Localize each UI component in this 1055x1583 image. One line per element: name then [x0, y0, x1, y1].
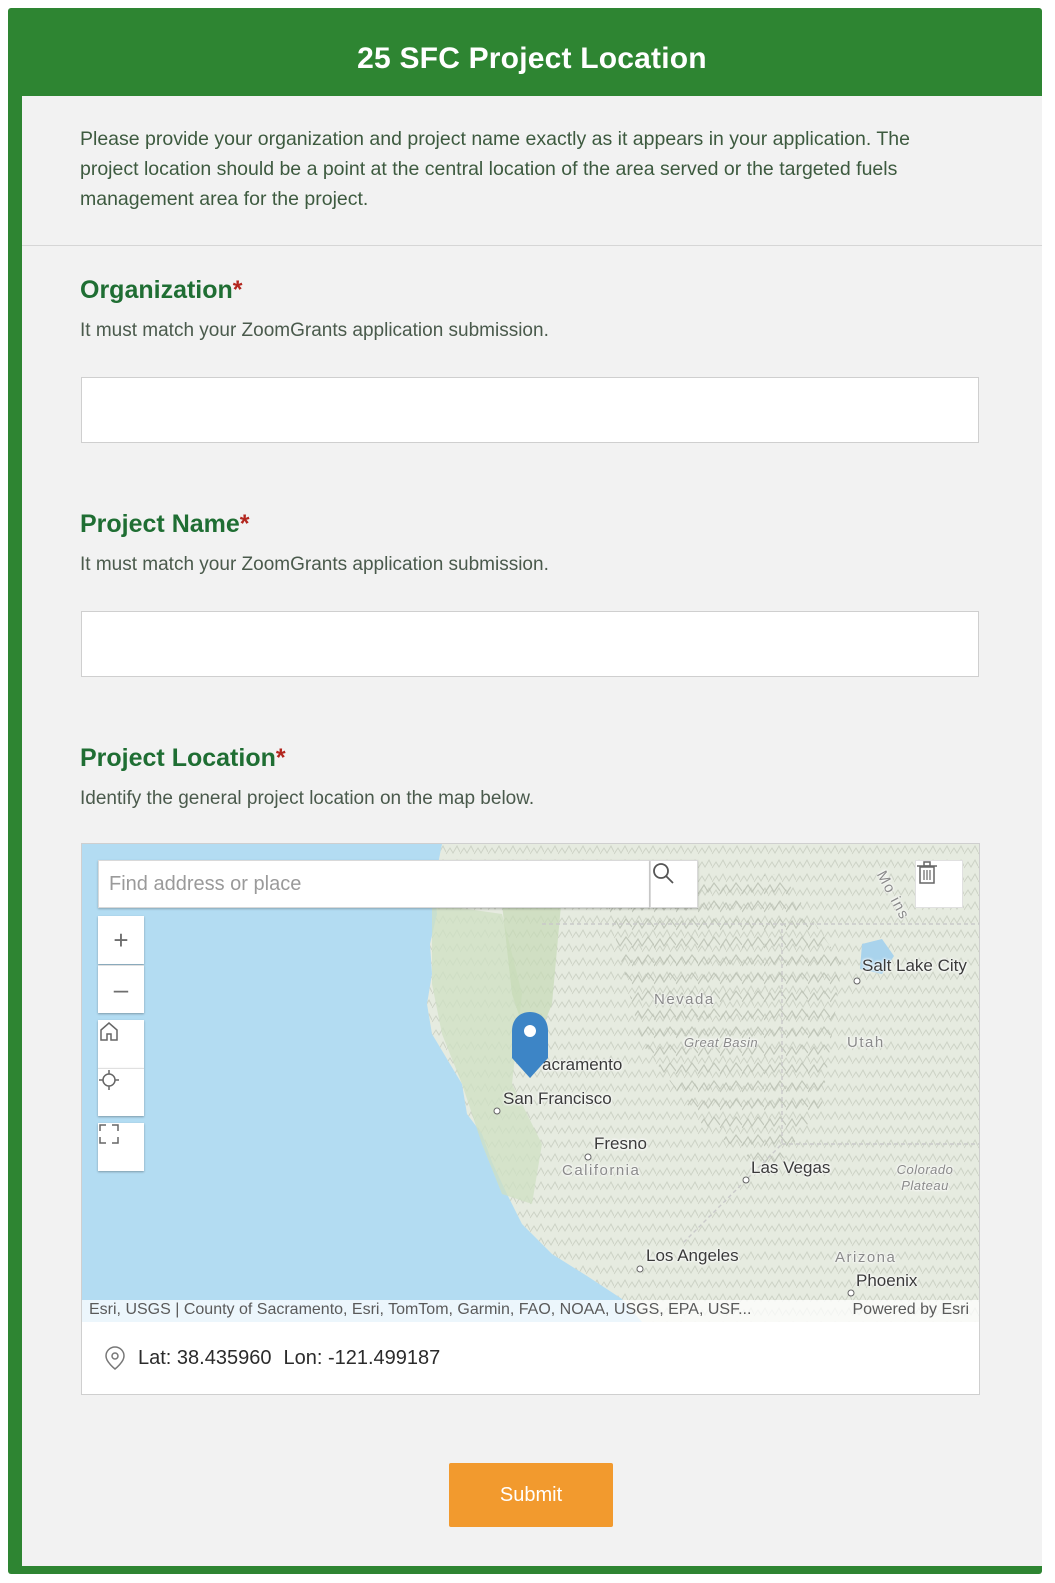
map-label-arizona: Arizona	[835, 1249, 897, 1266]
submit-button[interactable]: Submit	[449, 1463, 613, 1527]
question-title-text: Organization	[80, 276, 233, 304]
question-title-text: Project Name	[80, 510, 240, 538]
longitude-readout: Lon: -121.499187	[283, 1347, 440, 1370]
map-label-fresno: Fresno	[594, 1134, 647, 1153]
powered-by-esri[interactable]: Powered by Esri	[853, 1301, 970, 1319]
map-label-great-basin: Great Basin	[684, 1035, 759, 1050]
form-title: 25 SFC Project Location	[22, 22, 1042, 96]
required-marker: *	[275, 744, 286, 772]
zoom-out-icon: –	[113, 974, 129, 1004]
map-attribution: Esri, USGS | County of Sacramento, Esri,…	[82, 1300, 979, 1322]
locate-icon	[99, 1070, 119, 1090]
map-view[interactable]: Salt Lake City Nevada Great Basin Utah a…	[82, 844, 979, 1322]
location-pin-icon	[105, 1346, 125, 1370]
map-label-los-angeles: Los Angeles	[646, 1246, 739, 1265]
organization-input[interactable]	[81, 377, 979, 443]
map-label-phoenix: Phoenix	[856, 1271, 918, 1290]
latitude-label: Lat:	[138, 1346, 172, 1369]
trash-icon	[917, 861, 937, 884]
attribution-text: Esri, USGS | County of Sacramento, Esri,…	[89, 1301, 752, 1318]
required-marker: *	[232, 276, 243, 304]
zoom-in-icon: +	[113, 924, 129, 955]
map-label-utah: Utah	[847, 1034, 885, 1051]
project-name-input[interactable]	[81, 611, 979, 677]
required-marker: *	[239, 510, 250, 538]
city-dot	[742, 1176, 750, 1184]
home-button[interactable]	[98, 1020, 144, 1068]
home-icon	[100, 1022, 118, 1041]
fullscreen-button[interactable]	[98, 1123, 144, 1171]
question-desc-project-location: Identify the general project location on…	[80, 788, 535, 809]
map-search-input[interactable]	[99, 861, 669, 907]
map-widget: Salt Lake City Nevada Great Basin Utah a…	[81, 843, 980, 1395]
longitude-value: -121.499187	[327, 1346, 441, 1369]
question-desc-organization: It must match your ZoomGrants applicatio…	[80, 320, 549, 341]
fullscreen-icon	[99, 1124, 119, 1144]
map-label-las-vegas: Las Vegas	[751, 1158, 831, 1177]
latitude-value: 38.435960	[176, 1346, 272, 1369]
clear-point-button[interactable]	[915, 860, 963, 908]
map-search-box	[98, 860, 669, 908]
map-label-nevada: Nevada	[654, 991, 715, 1008]
city-dot	[584, 1153, 592, 1161]
question-title-text: Project Location	[80, 744, 276, 772]
coordinates-readout: Lat: 38.435960 Lon: -121.499187	[104, 1341, 440, 1375]
map-search-button[interactable]	[650, 860, 698, 908]
question-desc-project-name: It must match your ZoomGrants applicatio…	[80, 554, 549, 575]
search-icon	[653, 863, 674, 884]
zoom-in-button[interactable]: +	[98, 916, 144, 964]
city-dot	[853, 977, 861, 985]
question-title-organization: Organization*	[80, 276, 243, 305]
map-label-san-francisco: San Francisco	[503, 1089, 612, 1108]
question-title-project-location: Project Location*	[80, 744, 286, 773]
form-panel: Please provide your organization and pro…	[22, 96, 1042, 1566]
city-dot	[493, 1107, 501, 1115]
form-intro: Please provide your organization and pro…	[80, 128, 910, 210]
city-dot	[847, 1289, 855, 1297]
city-dot	[636, 1265, 644, 1273]
map-label-salt-lake-city: Salt Lake City	[862, 956, 967, 975]
map-label-colorado-plateau: Colorado Plateau	[896, 1162, 954, 1193]
zoom-out-button[interactable]: –	[98, 965, 144, 1013]
question-title-project-name: Project Name*	[80, 510, 250, 539]
divider	[22, 245, 1042, 246]
map-label-california: California	[562, 1162, 641, 1179]
map-label-sacramento: acramento	[542, 1055, 623, 1074]
latitude-readout: Lat: 38.435960	[138, 1347, 271, 1370]
map-marker-icon[interactable]	[510, 1010, 550, 1082]
longitude-label: Lon:	[283, 1346, 323, 1369]
locate-button[interactable]	[98, 1068, 144, 1116]
